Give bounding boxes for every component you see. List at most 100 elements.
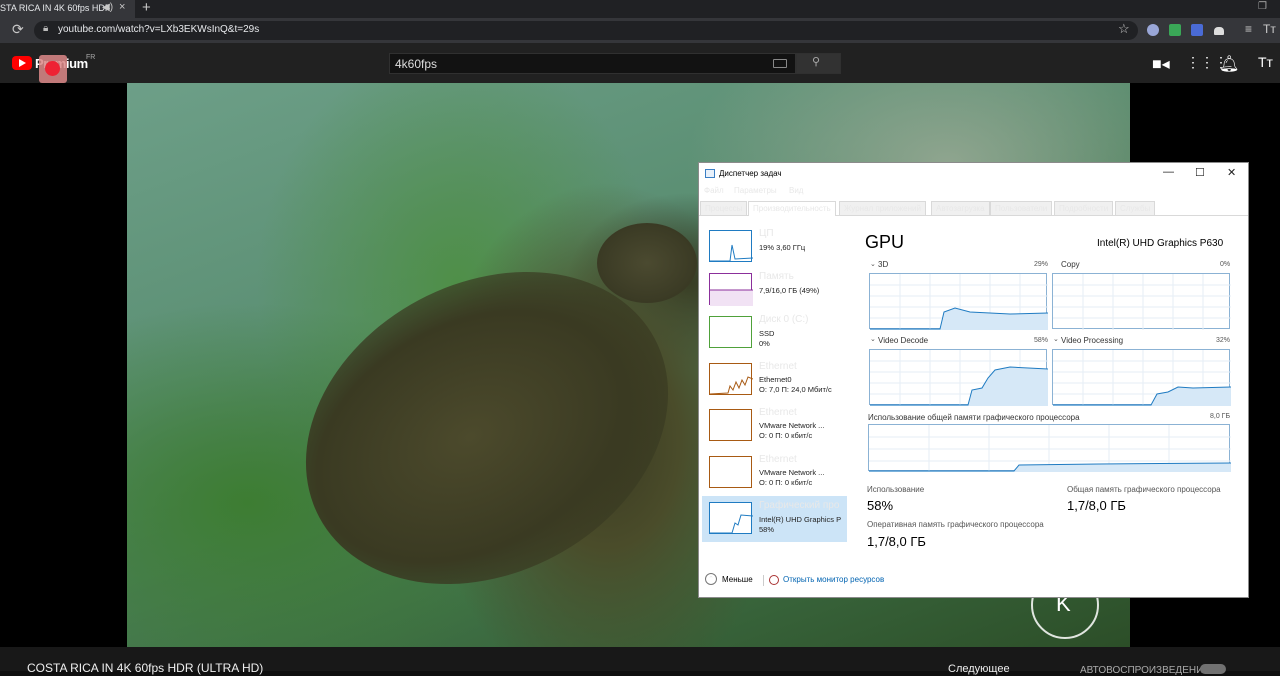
ethernet-thumbnail-graph [709, 456, 752, 488]
tab-performance[interactable]: Производительность [748, 201, 836, 216]
resource-ethernet-vmware-2[interactable]: Ethernet VMware Network ... О: 0 П: 0 кб… [702, 450, 847, 496]
autoplay-toggle[interactable] [1200, 664, 1226, 674]
star-icon[interactable]: ☆ [1118, 21, 1130, 37]
video-create-icon[interactable]: ■◂ [1152, 54, 1170, 74]
shared-memory-value: 1,7/8,0 ГБ [1067, 498, 1126, 513]
country-code: FR [86, 54, 96, 61]
record-icon [45, 61, 60, 76]
resource-name: Графический про [759, 500, 840, 511]
engine-label-video-decode[interactable]: Video Decode [878, 336, 928, 345]
search-value[interactable]: 4k60fps [395, 57, 437, 71]
resource-detail: SSD [759, 329, 775, 338]
engine-graph-video-processing [1052, 349, 1231, 406]
usage-label: Использование [867, 485, 925, 494]
text-size-icon[interactable]: Tт [1263, 22, 1276, 36]
lock-icon[interactable]: 🔒︎ [43, 23, 48, 34]
cpu-thumbnail-graph [709, 230, 754, 262]
engine-pct-video-decode: 58% [1034, 337, 1049, 344]
chevron-down-icon[interactable]: ⌄ [870, 335, 876, 343]
browser-tab-title: STA RICA IN 4K 60fps HDF [0, 3, 111, 13]
fewer-details-button[interactable]: Меньше [722, 575, 753, 584]
text-size-icon[interactable]: Tт [1258, 54, 1273, 70]
resource-detail: 7,9/16,0 ГБ (49%) [759, 286, 820, 295]
chevron-down-icon[interactable]: ⌄ [870, 260, 876, 268]
reload-icon[interactable]: ⟳ [12, 21, 24, 38]
resource-monitor-icon [769, 575, 779, 585]
gpu-model: Intel(R) UHD Graphics P630 [1097, 238, 1224, 249]
resource-detail: VMware Network ... [759, 421, 825, 430]
chevron-up-icon[interactable]: ⌃ [705, 573, 717, 585]
resource-cpu[interactable]: ЦП 19% 3,60 ГГц [702, 224, 847, 270]
window-restore-icon[interactable]: ❐ [1258, 1, 1267, 12]
resource-ethernet0[interactable]: Ethernet Ethernet0 О: 7,0 П: 24,0 Мбит/с [702, 357, 847, 403]
engine-graph-3d [869, 273, 1048, 330]
tab-services[interactable]: Службы [1115, 201, 1156, 215]
menu-icon[interactable]: ≡ [1245, 22, 1252, 36]
url-text[interactable]: youtube.com/watch?v=LXb3EKWsInQ&t=29s [58, 24, 259, 35]
resource-gpu[interactable]: Графический про Intel(R) UHD Graphics P … [702, 496, 847, 542]
play-icon [19, 59, 26, 67]
video-frame-turtle-head [597, 223, 697, 303]
resource-detail: Ethernet0 [759, 375, 792, 384]
window-title: Диспетчер задач [719, 169, 782, 178]
close-icon[interactable]: × [119, 1, 125, 13]
resource-name: Память [759, 271, 794, 282]
menu-file[interactable]: Файл [704, 186, 724, 195]
resource-memory[interactable]: Память 7,9/16,0 ГБ (49%) [702, 267, 847, 313]
engine-label-copy[interactable]: Copy [1061, 260, 1080, 269]
engine-pct-video-processing: 32% [1216, 337, 1231, 344]
close-icon[interactable]: ✕ [1227, 166, 1236, 179]
maximize-icon[interactable]: ☐ [1195, 166, 1205, 179]
resource-detail: Intel(R) UHD Graphics P [759, 515, 842, 524]
tab-app-history[interactable]: Журнал приложений [839, 201, 926, 215]
extension-icon[interactable] [1147, 24, 1159, 36]
tab-startup[interactable]: Автозагрузка [931, 201, 990, 215]
keyboard-icon[interactable] [773, 59, 787, 68]
engine-label-3d[interactable]: 3D [878, 260, 888, 269]
resource-disk[interactable]: Диск 0 (C:) SSD 0% [702, 310, 847, 356]
resource-name: Диск 0 (C:) [759, 314, 809, 325]
tab-users[interactable]: Пользователи [990, 201, 1053, 215]
engine-label-video-processing[interactable]: Video Processing [1061, 336, 1123, 345]
shared-memory-label: Общая память графического процессора [1067, 485, 1221, 494]
cloud-icon[interactable] [1214, 27, 1224, 35]
shared-memory-graph-max: 8,0 ГБ [1210, 413, 1231, 420]
speaker-icon[interactable]: ◀) [102, 2, 113, 13]
ethernet-thumbnail-graph [709, 409, 752, 441]
extension-icon[interactable] [1191, 24, 1203, 36]
shared-memory-graph [868, 424, 1231, 472]
engine-pct-3d: 29% [1034, 261, 1049, 268]
disk-thumbnail-graph [709, 316, 752, 348]
resource-detail: О: 7,0 П: 24,0 Мбит/с [759, 385, 832, 394]
resource-ethernet-vmware-1[interactable]: Ethernet VMware Network ... О: 0 П: 0 кб… [702, 403, 847, 449]
bell-icon[interactable]: 🔔︎ [1219, 54, 1239, 74]
resource-detail: VMware Network ... [759, 468, 825, 477]
tab-processes[interactable]: Процессы [700, 201, 748, 215]
search-icon: ⚲ [812, 56, 821, 68]
resource-name: ЦП [759, 228, 774, 239]
resource-detail: О: 0 П: 0 кбит/с [759, 478, 813, 487]
video-title: COSTA RICA IN 4K 60fps HDR (ULTRA HD) [27, 661, 264, 675]
browser-tab-strip [0, 0, 1280, 18]
up-next-label: Следующее [948, 663, 1010, 675]
resource-detail: О: 0 П: 0 кбит/с [759, 431, 813, 440]
engine-graph-video-decode [869, 349, 1048, 406]
tab-details[interactable]: Подробности [1054, 201, 1114, 215]
browser-tab[interactable]: STA RICA IN 4K 60fps HDF [0, 0, 135, 18]
menu-options[interactable]: Параметры [734, 186, 777, 195]
shield-icon[interactable] [1169, 24, 1181, 36]
minimize-icon[interactable]: — [1163, 166, 1174, 178]
resource-detail: 58% [759, 525, 775, 534]
resource-name: Ethernet [759, 361, 797, 372]
task-manager-icon [705, 169, 715, 178]
new-tab-button[interactable]: + [142, 0, 151, 16]
ethernet-thumbnail-graph [709, 363, 754, 395]
menu-view[interactable]: Вид [789, 186, 803, 195]
resource-name: Ethernet [759, 454, 797, 465]
resource-detail: 19% 3,60 ГГц [759, 243, 806, 252]
search-input[interactable] [389, 53, 796, 74]
chevron-down-icon[interactable]: ⌄ [1053, 335, 1059, 343]
resource-name: Ethernet [759, 407, 797, 418]
dedicated-memory-label: Оперативная память графического процессо… [867, 520, 1044, 529]
open-resource-monitor-link[interactable]: Открыть монитор ресурсов [783, 575, 884, 584]
